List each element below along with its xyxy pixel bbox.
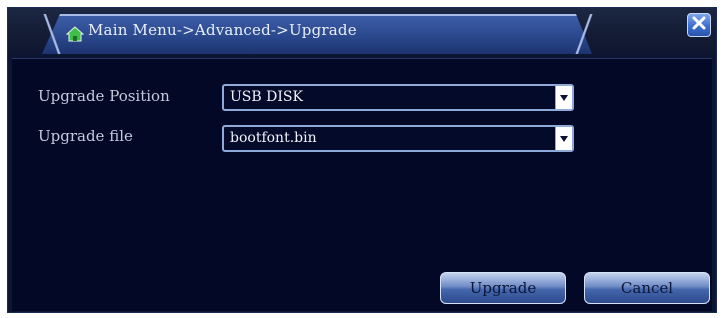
title-bar: Main Menu->Advanced->Upgrade bbox=[8, 8, 716, 54]
content-panel: Upgrade Position USB DISK Upgrade file b… bbox=[12, 58, 712, 311]
chevron-down-icon[interactable] bbox=[555, 86, 572, 109]
upgrade-file-value: bootfont.bin bbox=[230, 130, 317, 146]
upgrade-file-select[interactable]: bootfont.bin bbox=[222, 125, 574, 152]
upgrade-file-label: Upgrade file bbox=[38, 127, 133, 145]
home-icon bbox=[65, 26, 85, 42]
upgrade-dialog: Main Menu->Advanced->Upgrade Upgrade Pos… bbox=[7, 7, 717, 313]
upgrade-position-select[interactable]: USB DISK bbox=[222, 84, 574, 111]
close-icon bbox=[692, 16, 706, 35]
chevron-down-icon[interactable] bbox=[555, 127, 572, 150]
upgrade-position-label: Upgrade Position bbox=[38, 87, 170, 105]
upgrade-button[interactable]: Upgrade bbox=[440, 272, 566, 304]
close-button[interactable] bbox=[687, 13, 711, 37]
upgrade-position-value: USB DISK bbox=[230, 89, 303, 105]
cancel-button[interactable]: Cancel bbox=[584, 272, 710, 304]
window-title: Main Menu->Advanced->Upgrade bbox=[88, 21, 357, 39]
